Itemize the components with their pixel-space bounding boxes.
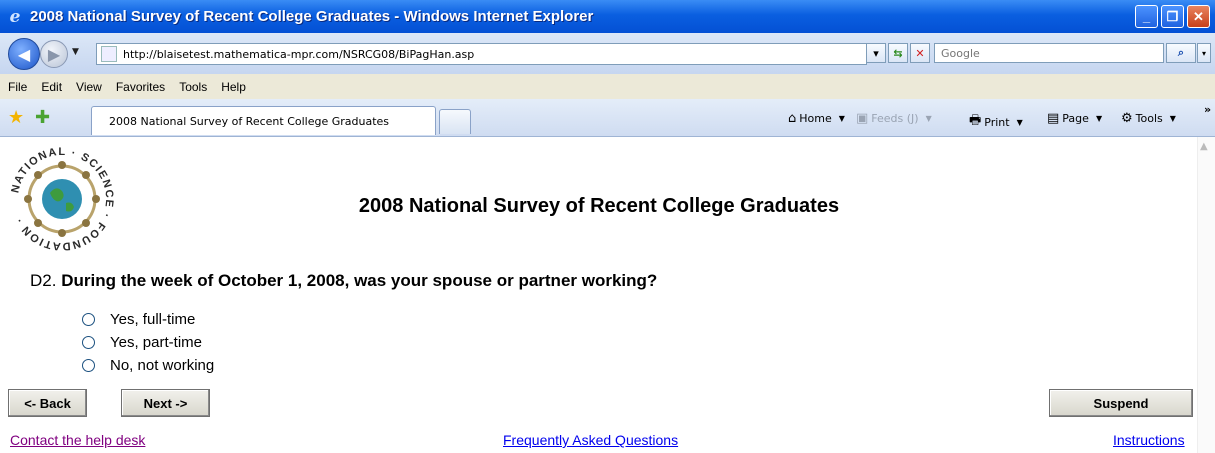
page-title: 2008 National Survey of Recent College G…: [358, 195, 840, 217]
search-icon[interactable]: ⌕: [1166, 43, 1196, 63]
help-desk-link[interactable]: Contact the help desk: [10, 432, 145, 448]
refresh-icon[interactable]: ⇆: [888, 43, 908, 63]
option-not-working[interactable]: No, not working: [82, 357, 214, 374]
page-content: ▲ NATIONAL · SCIENCE · FOUNDATION · 2008…: [0, 137, 1215, 453]
option-full-time[interactable]: Yes, full-time: [82, 311, 195, 328]
page-icon: ▤: [1047, 111, 1060, 126]
menu-bar: File Edit View Favorites Tools Help: [0, 74, 1215, 100]
search-options-icon[interactable]: ▾: [1197, 43, 1211, 63]
radio-button[interactable]: [82, 313, 95, 326]
instructions-link[interactable]: Instructions: [1113, 432, 1185, 448]
url-input[interactable]: [121, 46, 825, 62]
menu-tools[interactable]: Tools: [179, 80, 207, 94]
feeds-label: Feeds (J): [871, 112, 919, 125]
window-title: 2008 National Survey of Recent College G…: [30, 8, 594, 25]
vertical-scrollbar[interactable]: ▲: [1197, 137, 1215, 453]
question-number: D2.: [30, 271, 57, 290]
more-commands-button[interactable]: »: [1204, 103, 1211, 116]
menu-view[interactable]: View: [76, 80, 102, 94]
home-icon: ⌂: [788, 111, 797, 126]
page-button[interactable]: ▤ Page ▼: [1047, 111, 1102, 126]
printer-icon: 🖶: [969, 113, 982, 128]
add-favorite-icon[interactable]: ✚: [35, 107, 50, 128]
chevron-down-icon[interactable]: ▼: [1170, 114, 1176, 123]
next-button[interactable]: Next ->: [121, 389, 210, 417]
scroll-up-icon[interactable]: ▲: [1200, 141, 1208, 152]
option-label[interactable]: Yes, full-time: [110, 311, 195, 328]
menu-file[interactable]: File: [8, 80, 27, 94]
gear-icon: ⚙: [1121, 111, 1133, 126]
minimize-button[interactable]: _: [1135, 5, 1158, 28]
search-field[interactable]: [934, 43, 1164, 63]
option-label[interactable]: No, not working: [110, 357, 214, 374]
favorites-center-icon[interactable]: ★: [8, 107, 24, 128]
option-part-time[interactable]: Yes, part-time: [82, 334, 202, 351]
forward-arrow-icon[interactable]: ▶: [40, 40, 68, 68]
tab-active[interactable]: 2008 National Survey of Recent College G…: [91, 106, 436, 135]
faq-link[interactable]: Frequently Asked Questions: [503, 432, 678, 448]
question-prompt: During the week of October 1, 2008, was …: [61, 271, 658, 290]
page-label: Page: [1062, 112, 1089, 125]
menu-help[interactable]: Help: [221, 80, 246, 94]
window-titlebar: e 2008 National Survey of Recent College…: [0, 0, 1215, 33]
history-dropdown-icon[interactable]: ▼: [72, 47, 79, 57]
stop-icon[interactable]: ✕: [910, 43, 930, 63]
print-label: Print: [984, 115, 1010, 129]
url-dropdown-icon[interactable]: ▾: [866, 43, 886, 63]
radio-button[interactable]: [82, 336, 95, 349]
back-arrow-icon[interactable]: ◀: [8, 38, 40, 70]
back-button[interactable]: <- Back: [8, 389, 87, 417]
address-bar: ◀ ▶ ▼ ▾ ⇆ ✕ ⌕ ▾: [0, 33, 1215, 74]
question-text: D2. During the week of October 1, 2008, …: [30, 271, 657, 291]
page-icon: [101, 46, 117, 62]
feeds-button[interactable]: ▣ Feeds (J) ▼: [856, 111, 932, 126]
print-button[interactable]: 🖶 Print ▼: [969, 111, 1023, 133]
menu-edit[interactable]: Edit: [41, 80, 62, 94]
home-button[interactable]: ⌂ Home ▼: [788, 111, 845, 126]
option-label[interactable]: Yes, part-time: [110, 334, 202, 351]
tools-label: Tools: [1135, 112, 1163, 125]
chevron-down-icon[interactable]: ▼: [839, 114, 845, 123]
radio-button[interactable]: [82, 359, 95, 372]
tools-button[interactable]: ⚙ Tools ▼: [1121, 111, 1176, 126]
chevron-down-icon[interactable]: ▼: [1017, 118, 1023, 127]
search-input[interactable]: [939, 45, 1153, 61]
menu-favorites[interactable]: Favorites: [116, 80, 165, 94]
home-label: Home: [799, 112, 832, 125]
chevron-down-icon[interactable]: ▼: [1096, 114, 1102, 123]
url-field[interactable]: [96, 43, 867, 65]
suspend-button[interactable]: Suspend: [1049, 389, 1193, 417]
internet-explorer-icon: e: [9, 6, 21, 27]
chevron-down-icon[interactable]: ▼: [926, 114, 932, 123]
maximize-button[interactable]: ❐: [1161, 5, 1184, 28]
new-tab-button[interactable]: [439, 109, 471, 134]
tab-bar: ★ ✚ 2008 National Survey of Recent Colle…: [0, 99, 1215, 137]
close-button[interactable]: ✕: [1187, 5, 1210, 28]
tab-label: 2008 National Survey of Recent College G…: [109, 114, 390, 128]
feed-icon: ▣: [856, 111, 869, 126]
